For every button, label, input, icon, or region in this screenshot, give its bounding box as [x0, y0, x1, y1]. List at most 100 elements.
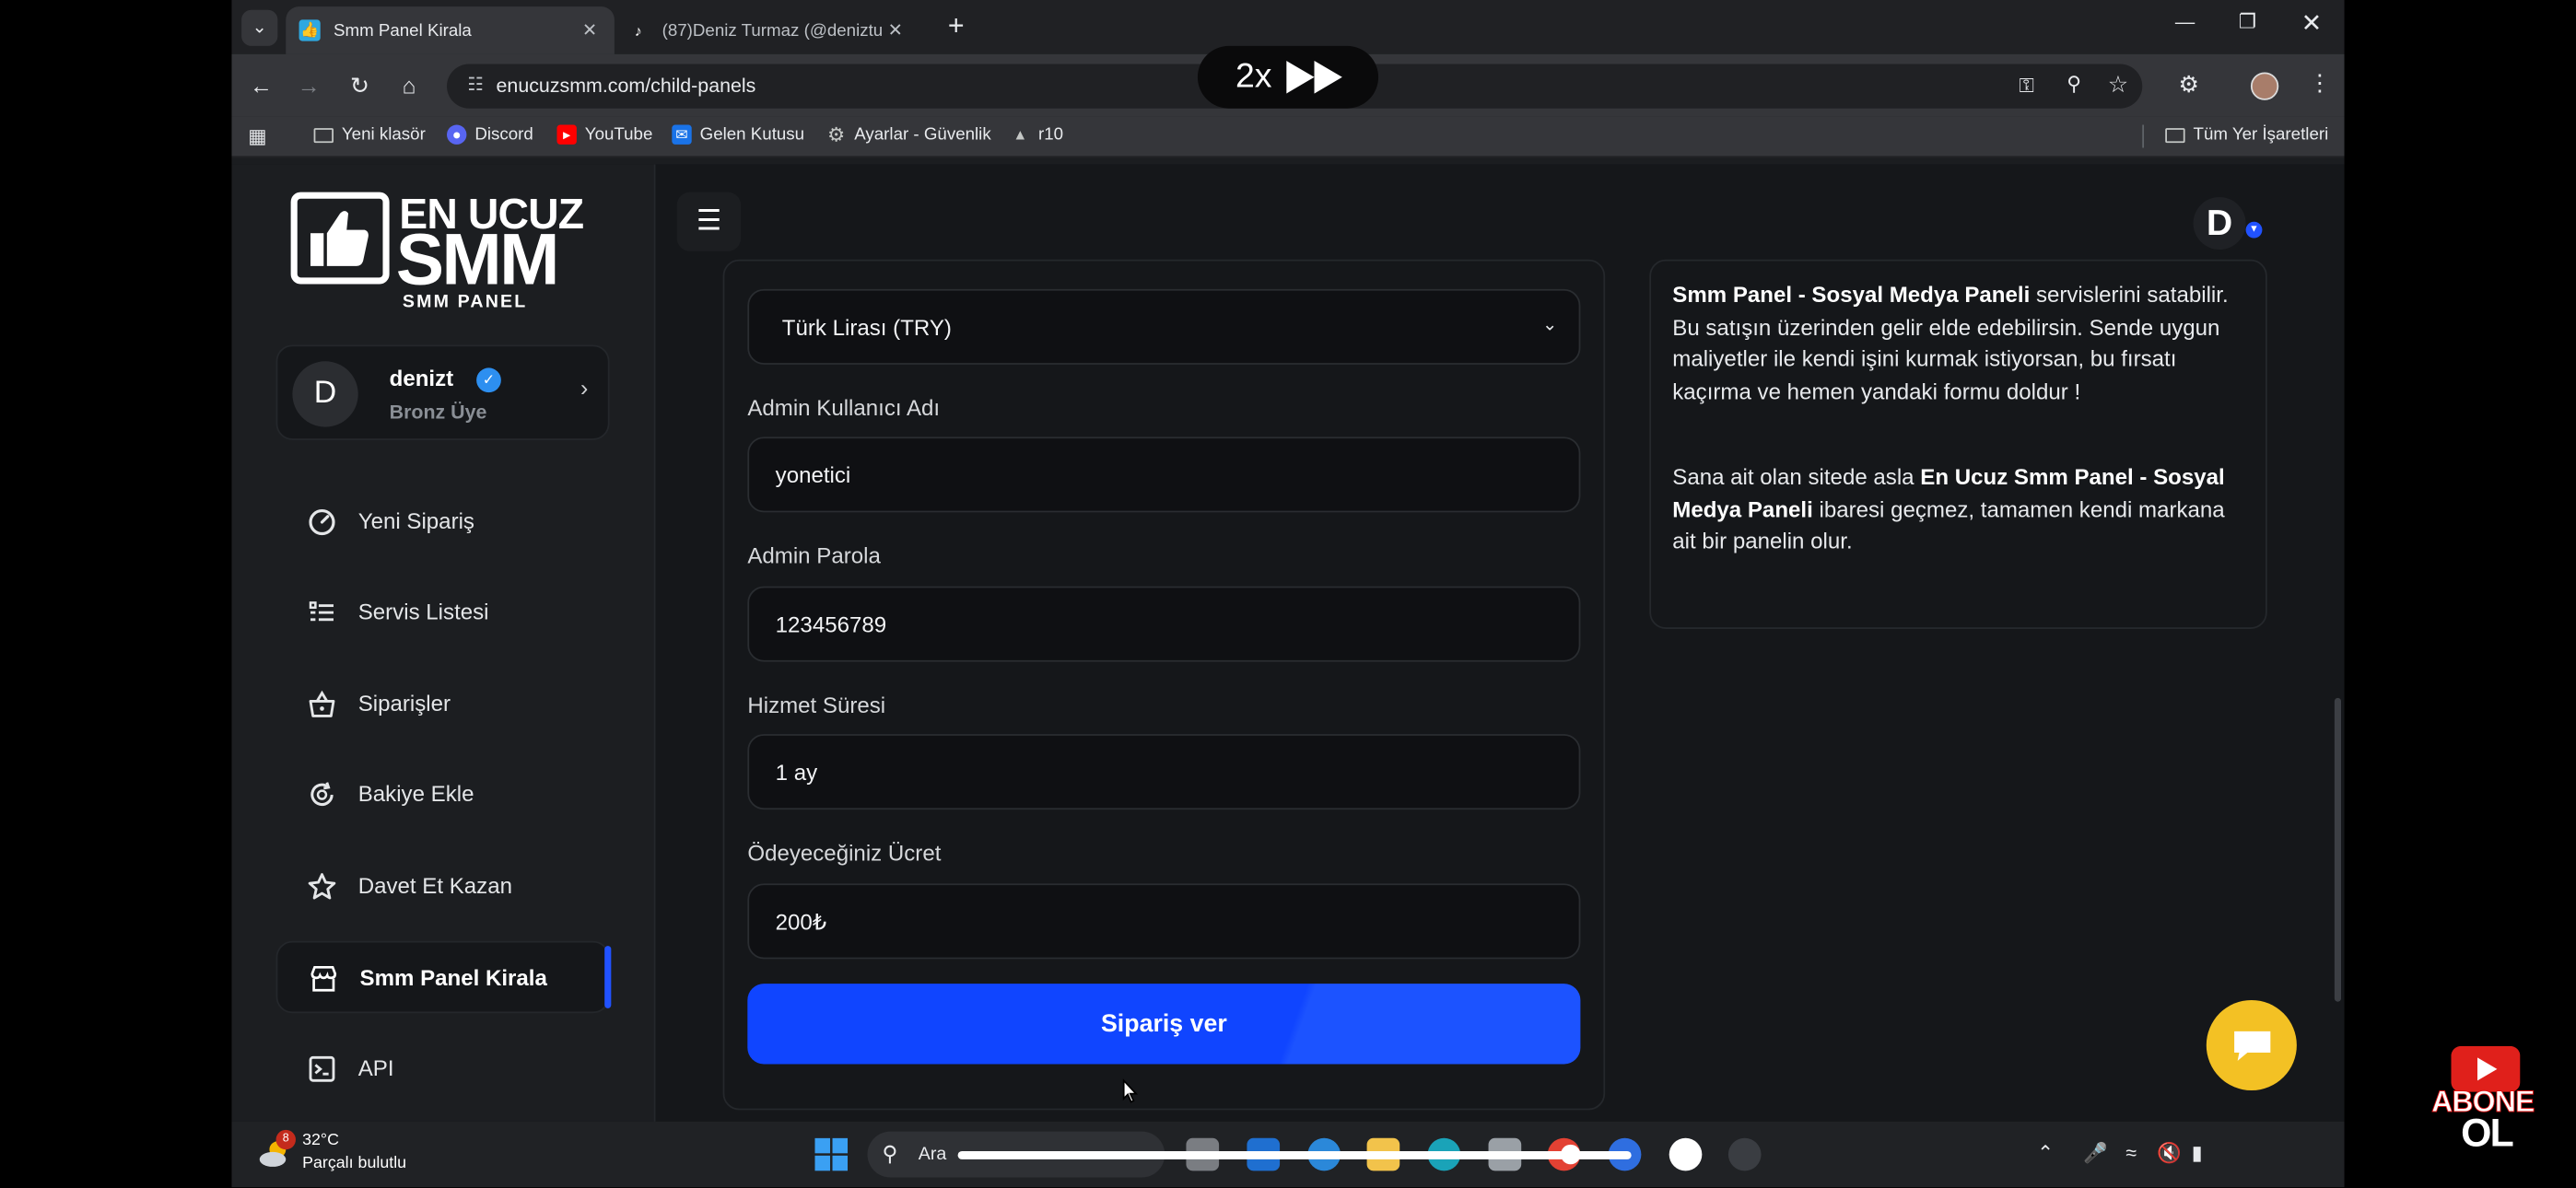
info-paragraph-1: Smm Panel - Sosyal Medya Paneli servisle… — [1672, 279, 2247, 407]
order-form-card — [722, 259, 1606, 1111]
admin-username-label: Admin Kullanıcı Adı — [747, 395, 941, 421]
folder-icon — [2165, 125, 2185, 145]
nav-bakiye-ekle[interactable]: Bakiye Ekle — [276, 759, 610, 831]
currency-value: Türk Lirası (TRY) — [781, 315, 952, 341]
speaker-muted-icon[interactable]: 🔇 — [2157, 1141, 2182, 1164]
nav-smm-panel-kirala[interactable]: Smm Panel Kirala — [275, 940, 610, 1014]
duration-value: 1 ay — [775, 760, 818, 786]
basket-icon — [306, 688, 339, 721]
user-rank: Bronz Üye — [389, 401, 487, 425]
folder-icon — [313, 125, 334, 145]
reload-icon[interactable]: ↻ — [345, 71, 374, 100]
nav-davet-et-kazan[interactable]: Davet Et Kazan — [276, 851, 610, 923]
store-icon — [307, 962, 340, 996]
nav-label: Smm Panel Kirala — [359, 965, 547, 991]
windows-start-icon[interactable] — [814, 1137, 849, 1171]
admin-password-value: 123456789 — [775, 612, 887, 637]
bookmark-gelen-kutusu[interactable]: ✉ Gelen Kutusu — [672, 124, 805, 145]
admin-username-input[interactable]: yonetici — [747, 437, 1581, 513]
logo-text-sub: SMM PANEL — [402, 292, 528, 312]
currency-select[interactable]: Türk Lirası (TRY) ⌄ — [747, 288, 1581, 365]
tab-search-button[interactable]: ⌄ — [241, 9, 278, 46]
yandex-icon[interactable] — [1669, 1137, 1703, 1171]
new-tab-icon[interactable]: + — [948, 10, 965, 43]
bookmark-yeni-klasor[interactable]: Yeni klasör — [313, 125, 426, 145]
forward-icon[interactable]: → — [294, 71, 323, 100]
page-scrollbar[interactable] — [2334, 697, 2342, 1002]
chevron-down-icon[interactable]: ▼ — [2245, 221, 2263, 239]
submit-order-button[interactable]: Sipariş ver — [747, 984, 1581, 1065]
tab-smm-panel[interactable]: 👍 Smm Panel Kirala ✕ — [286, 6, 615, 54]
admin-username-value: yonetici — [775, 462, 851, 488]
thumbs-up-icon — [290, 192, 390, 285]
tray-chevron-up-icon[interactable]: ⌃ — [2037, 1141, 2054, 1164]
weather-temp[interactable]: 32°C — [302, 1132, 339, 1150]
apps-grid-icon[interactable]: ▦ — [248, 125, 266, 148]
settings-gear-icon: ⚙ — [827, 122, 846, 146]
profile-avatar[interactable] — [2250, 72, 2279, 100]
live-chat-button[interactable] — [2206, 999, 2297, 1091]
nav-yeni-siparis[interactable]: Yeni Sipariş — [276, 486, 610, 558]
gauge-icon — [306, 506, 339, 539]
user-profile-card[interactable]: D denizt ✓ Bronz Üye › — [275, 344, 610, 440]
tab-tiktok[interactable]: ♪ (87)Deniz Turmaz (@denizturm ✕ — [615, 6, 920, 54]
extensions-icon[interactable]: ⚙ — [2178, 71, 2198, 99]
chat-bubble-icon — [2233, 1030, 2270, 1061]
battery-icon[interactable]: ▮ — [2192, 1141, 2203, 1164]
fast-forward-icon — [1286, 60, 1342, 94]
discord-icon: ● — [447, 124, 467, 145]
nav-servis-listesi[interactable]: Servis Listesi — [276, 577, 610, 648]
search-icon: ⚲ — [882, 1141, 898, 1167]
admin-password-input[interactable]: 123456789 — [747, 586, 1581, 662]
price-input[interactable]: 200₺ — [747, 883, 1581, 960]
hamburger-menu-icon[interactable]: ☰ — [676, 192, 742, 251]
browser-menu-icon[interactable]: ⋮ — [2308, 69, 2331, 97]
bookmark-r10[interactable]: ▲ r10 — [1011, 125, 1063, 145]
back-icon[interactable]: ← — [246, 71, 275, 100]
admin-password-label: Admin Parola — [747, 543, 881, 568]
steam-icon[interactable] — [1727, 1137, 1762, 1171]
close-tab-icon[interactable]: ✕ — [579, 19, 602, 41]
header-avatar[interactable]: D — [2193, 196, 2246, 250]
site-info-icon[interactable]: ☷ — [462, 72, 489, 99]
r10-icon: ▲ — [1013, 126, 1028, 144]
price-label: Ödeyeceğiniz Ücret — [747, 840, 942, 866]
bookmark-youtube[interactable]: ▶ YouTube — [556, 124, 652, 145]
list-icon — [306, 596, 339, 629]
weather-desc[interactable]: Parçalı bulutlu — [302, 1155, 406, 1173]
close-tab-icon[interactable]: ✕ — [884, 19, 907, 41]
site-favicon-icon: 👍 — [299, 19, 321, 41]
minimize-icon[interactable]: — — [2169, 10, 2202, 33]
star-icon — [306, 870, 339, 903]
restore-icon[interactable]: ❐ — [2231, 10, 2265, 33]
tab-title: Smm Panel Kirala — [333, 20, 472, 41]
home-icon[interactable]: ⌂ — [394, 71, 424, 100]
video-progress-bar — [957, 1150, 1632, 1159]
nav-siparisler[interactable]: Siparişler — [276, 669, 610, 740]
verified-badge-icon: ✓ — [476, 367, 501, 393]
info-paragraph-2: Sana ait olan sitede asla En Ucuz Smm Pa… — [1672, 461, 2247, 557]
bookmark-star-icon[interactable]: ☆ — [2108, 71, 2128, 99]
all-bookmarks[interactable]: Tüm Yer İşaretleri — [2165, 125, 2328, 145]
bookmark-discord[interactable]: ● Discord — [447, 124, 533, 145]
duration-input[interactable]: 1 ay — [747, 734, 1581, 810]
bookmark-ayarlar[interactable]: ⚙ Ayarlar - Güvenlik — [826, 122, 991, 146]
zoom-icon[interactable]: ⚲ — [2067, 72, 2081, 95]
microphone-icon[interactable]: 🎤 — [2083, 1141, 2108, 1164]
nav-api[interactable]: API — [276, 1033, 610, 1105]
search-placeholder: Ara — [918, 1144, 947, 1165]
mouse-pointer-icon — [1122, 1078, 1139, 1112]
bookmark-label: Discord — [474, 124, 533, 145]
site-logo[interactable]: EN UCUZ SMM SMM PANEL — [290, 189, 591, 312]
subscribe-badge: ABONE OL — [2429, 1045, 2547, 1158]
password-key-icon[interactable]: ⚿ — [2020, 74, 2034, 99]
bookmark-label: Gelen Kutusu — [699, 124, 805, 145]
close-window-icon[interactable]: ✕ — [2295, 8, 2328, 38]
chevron-down-icon: ⌄ — [1542, 315, 1558, 335]
wifi-icon[interactable]: ≈ — [2125, 1141, 2137, 1164]
nav-label: Bakiye Ekle — [357, 781, 474, 807]
nav-label: Servis Listesi — [357, 599, 489, 624]
terminal-icon — [306, 1053, 339, 1086]
url-text[interactable]: enucuzsmm.com/child-panels — [497, 74, 756, 97]
mail-icon: ✉ — [672, 124, 692, 145]
